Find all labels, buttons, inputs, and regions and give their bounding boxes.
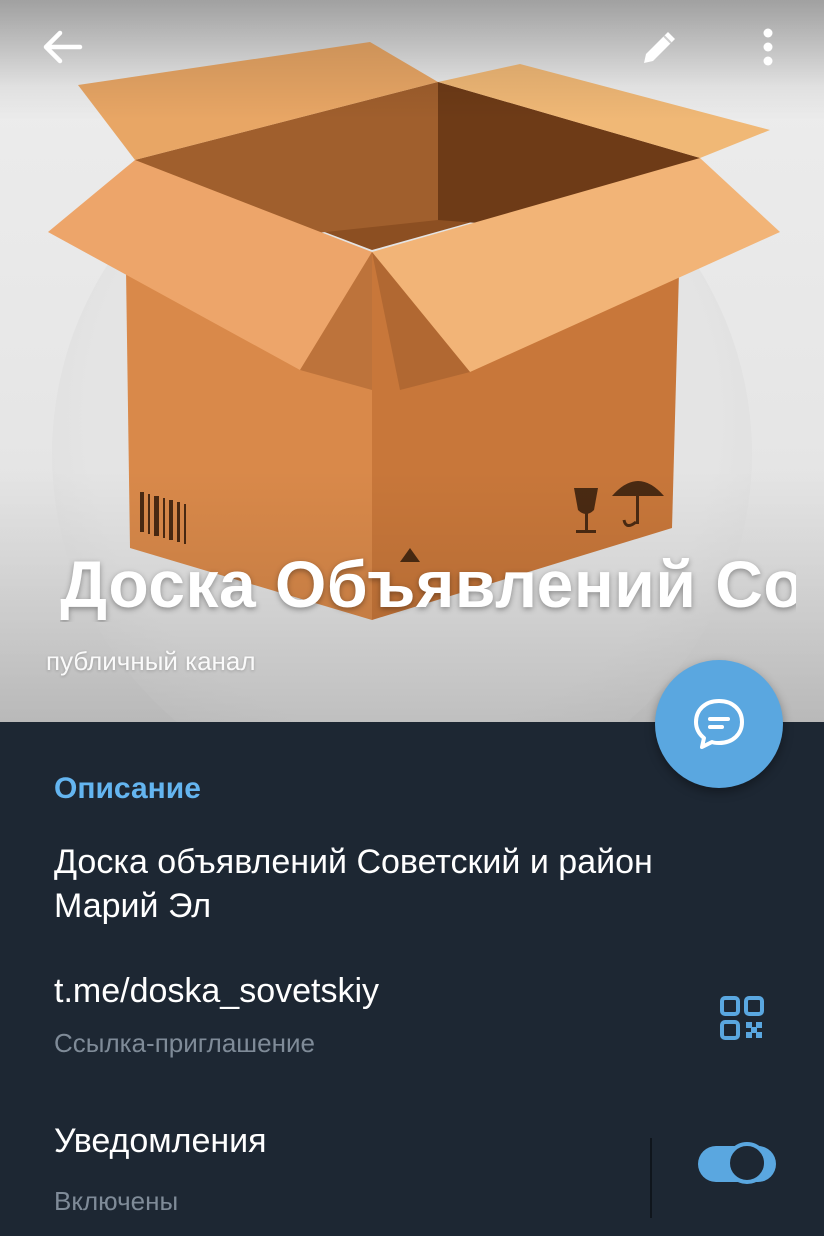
profile-header: Доска Объявлений Со публичный канал (0, 0, 824, 722)
discussion-button[interactable] (655, 660, 783, 788)
arrow-left-icon (43, 30, 83, 64)
chat-bubble-icon (694, 699, 744, 749)
back-button[interactable] (30, 20, 94, 74)
toolbar-gradient (0, 0, 824, 120)
toggle-knob[interactable] (712, 1128, 782, 1198)
more-vertical-icon (763, 28, 773, 66)
channel-profile-screen: Доска Объявлений Со публичный канал Опис… (0, 0, 824, 1236)
qr-code-icon (720, 996, 764, 1040)
qr-code-button[interactable] (710, 986, 774, 1050)
invite-link-row[interactable]: t.me/doska_sovetskiy Ссылка-приглашение (0, 966, 824, 1076)
channel-description: Доска объявлений Советский и район Марий… (54, 843, 653, 925)
invite-link-caption: Ссылка-приглашение (54, 1028, 315, 1058)
pencil-icon (644, 32, 675, 63)
notifications-row[interactable]: Уведомления Включены (0, 1110, 824, 1230)
notifications-label: Уведомления (54, 1122, 267, 1160)
edit-button[interactable] (628, 20, 692, 74)
info-section: Описание Доска объявлений Советский и ра… (0, 722, 824, 1236)
invite-link[interactable]: t.me/doska_sovetskiy (54, 972, 379, 1011)
vertical-divider (650, 1138, 652, 1218)
notifications-status: Включены (54, 1186, 179, 1216)
channel-title: Доска Объявлений Со (60, 547, 796, 621)
channel-subtitle: публичный канал (46, 646, 256, 676)
section-title-description: Описание (54, 772, 201, 805)
more-button[interactable] (740, 20, 796, 74)
